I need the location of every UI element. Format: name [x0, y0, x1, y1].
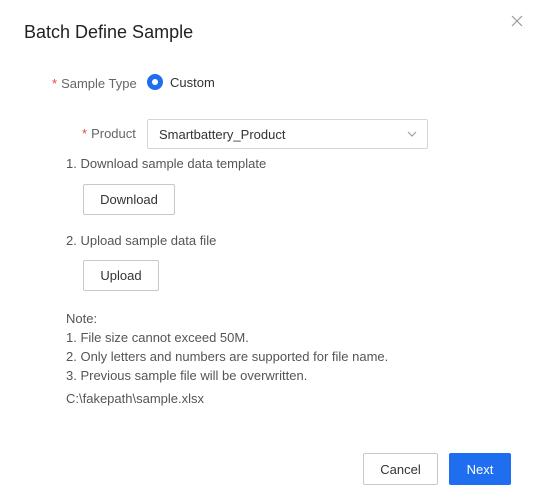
product-select-value: Smartbattery_Product — [159, 126, 286, 142]
product-label-row: * Product — [82, 125, 136, 143]
close-icon[interactable] — [509, 13, 525, 29]
notes: Note: 1. File size cannot exceed 50M. 2.… — [66, 309, 388, 385]
note-item: 2. Only letters and numbers are supporte… — [66, 349, 389, 364]
sample-type-label: Sample Type — [61, 76, 137, 91]
cancel-button[interactable]: Cancel — [363, 453, 438, 485]
radio-custom-label: Custom — [170, 74, 215, 90]
note-item: 3. Previous sample file will be overwrit… — [66, 368, 308, 383]
required-mark: * — [82, 126, 88, 141]
upload-button[interactable]: Upload — [83, 260, 159, 291]
radio-selected-icon[interactable] — [147, 74, 163, 90]
sample-type-label-row: * Sample Type — [52, 75, 137, 93]
dialog-title: Batch Define Sample — [24, 22, 194, 42]
sample-type-radio-custom[interactable]: Custom — [147, 74, 215, 90]
uploaded-file-path: C:\fakepath\sample.xlsx — [66, 391, 205, 406]
product-label: Product — [91, 126, 136, 141]
upload-step-label: 2. Upload sample data file — [66, 233, 217, 248]
chevron-down-icon — [407, 131, 417, 137]
download-step-label: 1. Download sample data template — [66, 156, 267, 171]
notes-heading: Note: — [66, 311, 98, 326]
product-select[interactable]: Smartbattery_Product — [147, 119, 428, 149]
download-button[interactable]: Download — [83, 184, 175, 215]
required-mark: * — [52, 76, 58, 91]
next-button[interactable]: Next — [449, 453, 511, 485]
note-item: 1. File size cannot exceed 50M. — [66, 330, 249, 345]
batch-define-sample-dialog: Batch Define Sample * Sample Type Custom … — [0, 0, 534, 501]
